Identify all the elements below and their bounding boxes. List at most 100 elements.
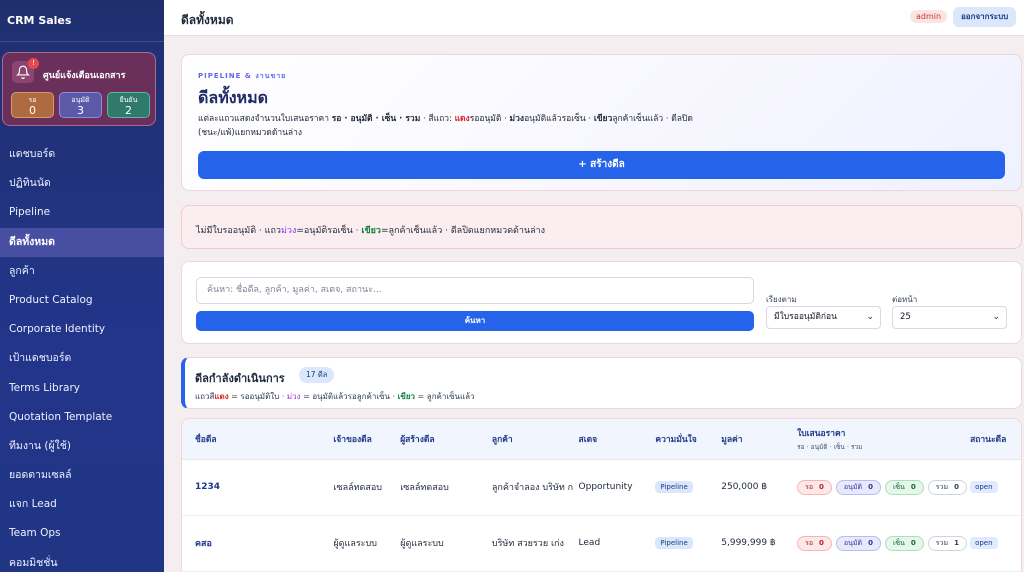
sidebar-nav: แดชบอร์ด ปฏิทินนัด Pipeline ดีลทั้งหมด ล… — [0, 140, 164, 572]
notice-purple: ม่วง — [280, 226, 297, 236]
sidebar-item-corporate-identity[interactable]: Corporate Identity — [0, 315, 164, 344]
col-header-value[interactable]: มูลค่า — [721, 419, 798, 460]
sidebar-item-all-deals[interactable]: ดีลทั้งหมด — [0, 227, 164, 257]
chip-count: 1 — [954, 538, 959, 547]
per-page-value: 25 — [900, 312, 911, 322]
in-progress-header: ดีลกำลังดำเนินการ 17 ดีล แถวสีแดง = รออน… — [181, 357, 1022, 409]
stat-value: 3 — [77, 104, 84, 117]
sidebar-item-calendar[interactable]: ปฏิทินนัด — [0, 169, 164, 198]
sidebar-item-dashboard[interactable]: แดชบอร์ด — [0, 140, 164, 169]
chip-label: เซ็น — [892, 482, 905, 491]
sort-label: เรียงตาม — [766, 295, 797, 304]
deal-name-cell[interactable]: 1234 — [182, 459, 334, 516]
hero-title: ดีลทั้งหมด — [198, 88, 269, 107]
chip-count: 0 — [868, 538, 873, 547]
customer-cell: บริษัท สวยรวย เก่ง — [491, 515, 579, 572]
sidebar-item-product-catalog[interactable]: Product Catalog — [0, 286, 164, 315]
deal-owner-cell: ผู้ดูแลระบบ — [333, 515, 401, 572]
desc-text-bold: รอ · อนุมัติ · เซ็น · รวม — [331, 114, 421, 124]
deal-count-badge: 17 ดีล — [299, 367, 335, 383]
status-badge: open — [970, 537, 998, 549]
deal-name-link[interactable]: คสอ — [195, 539, 212, 549]
chip-label: อนุมัติ — [843, 482, 863, 491]
col-header-name[interactable]: ชื่อดีล — [182, 419, 334, 460]
col-header-stage[interactable]: สเตจ — [578, 419, 656, 460]
sidebar-item-quotation-template[interactable]: Quotation Template — [0, 403, 164, 432]
create-deal-button[interactable]: + สร้างดีล — [198, 151, 1005, 179]
confidence-pill: Pipeline — [655, 537, 693, 549]
per-page-select[interactable]: 25 ⌄ — [892, 306, 1007, 329]
desc-text: แต่ละแถวแสดงจำนวนใบเสนอราคา — [198, 114, 332, 124]
col-header-quotation[interactable]: ใบเสนอราคารอ · อนุมัติ · เซ็น · รวม — [797, 419, 971, 460]
sidebar-item-customers[interactable]: ลูกค้า — [0, 257, 164, 286]
chevron-down-icon: ⌄ — [866, 312, 874, 322]
quote-header-sub: รอ · อนุมัติ · เซ็น · รวม — [797, 442, 863, 451]
chip-count: 0 — [819, 482, 824, 491]
stat-pending[interactable]: รอ 0 — [11, 92, 54, 118]
col-header-owner[interactable]: เจ้าของดีล — [333, 419, 401, 460]
quotation-cell: รอ 0 อนุมัติ 0 เซ็น 0 รวม 1 — [797, 515, 971, 572]
topbar: ดีลทั้งหมด admin ออกจากระบบ — [164, 0, 1024, 36]
notification-center-card[interactable]: ! ศูนย์แจ้งเตือนเอกสาร รอ 0 อนุมัติ 3 ยื… — [2, 52, 156, 126]
desc-green: เขียว — [593, 114, 613, 124]
stat-approved[interactable]: อนุมัติ 3 — [59, 92, 102, 118]
section-title: ดีลกำลังดำเนินการ — [195, 372, 285, 385]
sort-select[interactable]: มีใบรออนุมัติก่อน ⌄ — [766, 306, 881, 329]
desc-text: · สีแถว: — [420, 114, 455, 124]
chip-label: รวม — [935, 482, 949, 491]
col-header-customer[interactable]: ลูกค้า — [491, 419, 579, 460]
notification-badge: ! — [28, 58, 39, 69]
notice-green: เขียว — [361, 226, 381, 236]
sidebar-item-sales-by-seller[interactable]: ยอดตามเซลล์ — [0, 461, 164, 490]
sidebar-item-team-ops[interactable]: Team Ops — [0, 519, 164, 548]
deals-table-card: ชื่อดีล เจ้าของดีล ผู้สร้างดีล ลูกค้า สเ… — [181, 418, 1022, 572]
sidebar: CRM Sales ! ศูนย์แจ้งเตือนเอกสาร รอ 0 อน… — [0, 0, 164, 572]
deal-creator-cell: ผู้ดูแลระบบ — [400, 515, 492, 572]
table-row[interactable]: 1234 เซลล์ทดสอบ เซลล์ทดสอบ ลูกค้าจำลอง บ… — [182, 459, 1021, 516]
legend-part: = อนุมัติแล้วรอลูกค้าเซ็น · — [300, 392, 398, 401]
sidebar-item-commission[interactable]: คอมมิชชั่น — [0, 549, 164, 572]
chip-label: รวม — [935, 538, 949, 547]
sidebar-item-pipeline[interactable]: Pipeline — [0, 198, 164, 227]
stat-value: 2 — [125, 104, 132, 117]
role-badge: admin — [910, 10, 948, 23]
col-header-status[interactable]: สถานะดีล — [970, 419, 1021, 460]
notice-banner: ไม่มีใบรออนุมัติ · แถวม่วง=อนุมัติรอเซ็น… — [181, 205, 1022, 249]
logout-button[interactable]: ออกจากระบบ — [953, 7, 1017, 27]
quote-total-chip: รวม 0 — [927, 479, 967, 495]
quote-approved-chip: อนุมัติ 0 — [835, 535, 881, 551]
col-header-confidence[interactable]: ความมั่นใจ — [655, 419, 722, 460]
deal-owner-cell: เซลล์ทดสอบ — [333, 459, 401, 516]
col-header-creator[interactable]: ผู้สร้างดีล — [400, 419, 492, 460]
sidebar-item-terms-library[interactable]: Terms Library — [0, 374, 164, 403]
search-card: ค้นหา: ชื่อดีล, ลูกค้า, มูลค่า, สเตจ, สถ… — [181, 261, 1022, 344]
desc-text: รออนุมัติ · — [469, 114, 510, 124]
quote-pending-chip: รอ 0 — [797, 479, 832, 495]
notification-center-title: ศูนย์แจ้งเตือนเอกสาร — [43, 71, 126, 81]
chevron-down-icon: ⌄ — [992, 312, 1000, 322]
search-button[interactable]: ค้นหา — [196, 311, 754, 331]
value-cell: 250,000 ฿ — [721, 459, 798, 516]
quote-header-title: ใบเสนอราคา — [797, 428, 846, 439]
deal-name-link[interactable]: 1234 — [195, 482, 220, 492]
sidebar-item-assign-lead[interactable]: แจก Lead — [0, 490, 164, 519]
search-input[interactable]: ค้นหา: ชื่อดีล, ลูกค้า, มูลค่า, สเตจ, สถ… — [196, 277, 754, 304]
legend-part: = ลูกค้าเซ็นแล้ว — [415, 392, 475, 401]
deal-name-cell[interactable]: คสอ — [182, 515, 334, 572]
sidebar-item-team-users[interactable]: ทีมงาน (ผู้ใช้) — [0, 432, 164, 461]
desc-purple: ม่วง — [509, 114, 525, 124]
table-row[interactable]: คสอ ผู้ดูแลระบบ ผู้ดูแลระบบ บริษัท สวยรว… — [182, 515, 1021, 572]
notice-part: ไม่มีใบรออนุมัติ · แถว — [196, 226, 281, 236]
sidebar-item-target-dashboard[interactable]: เป้าแดชบอร์ด — [0, 344, 164, 373]
quote-pending-chip: รอ 0 — [797, 535, 832, 551]
app-brand[interactable]: CRM Sales — [0, 0, 164, 42]
stat-value: 0 — [29, 104, 36, 117]
sort-value: มีใบรออนุมัติก่อน — [774, 312, 837, 322]
hero-kicker: PIPELINE & งานขาย — [198, 72, 287, 80]
legend-red: แดง — [214, 392, 229, 401]
chip-label: อนุมัติ — [843, 538, 863, 547]
confidence-cell: Pipeline — [655, 515, 722, 572]
stat-confirmed[interactable]: ยืนยัน 2 — [107, 92, 150, 118]
status-badge: open — [970, 481, 998, 493]
value-cell: 5,999,999 ฿ — [721, 515, 798, 572]
